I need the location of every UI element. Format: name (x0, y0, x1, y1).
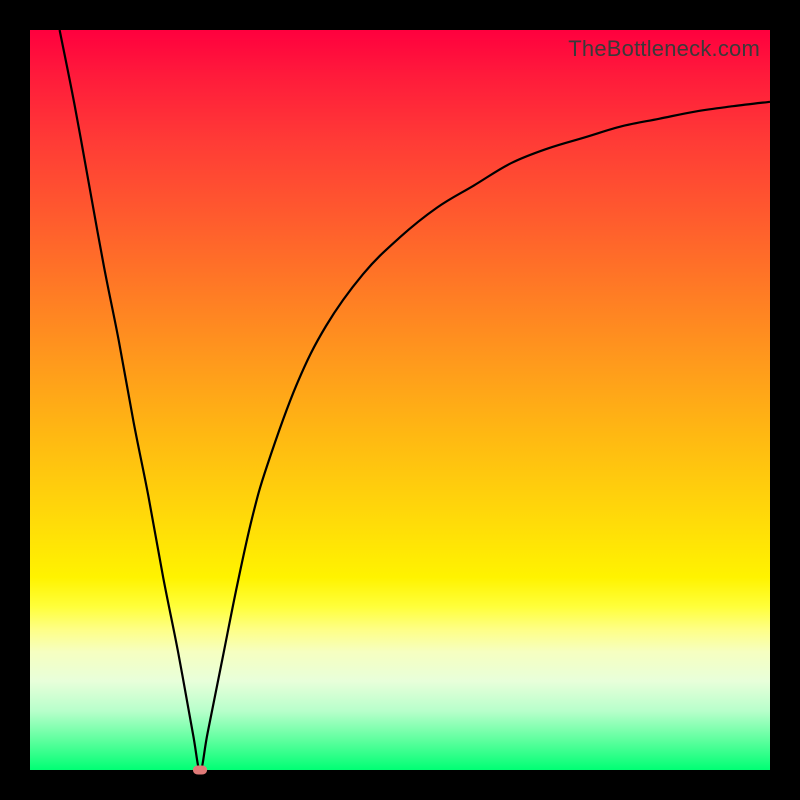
watermark-text: TheBottleneck.com (568, 36, 760, 62)
chart-plot-area: TheBottleneck.com (30, 30, 770, 770)
min-point-marker (193, 766, 207, 775)
bottleneck-curve (30, 30, 770, 770)
curve-path (60, 30, 770, 770)
